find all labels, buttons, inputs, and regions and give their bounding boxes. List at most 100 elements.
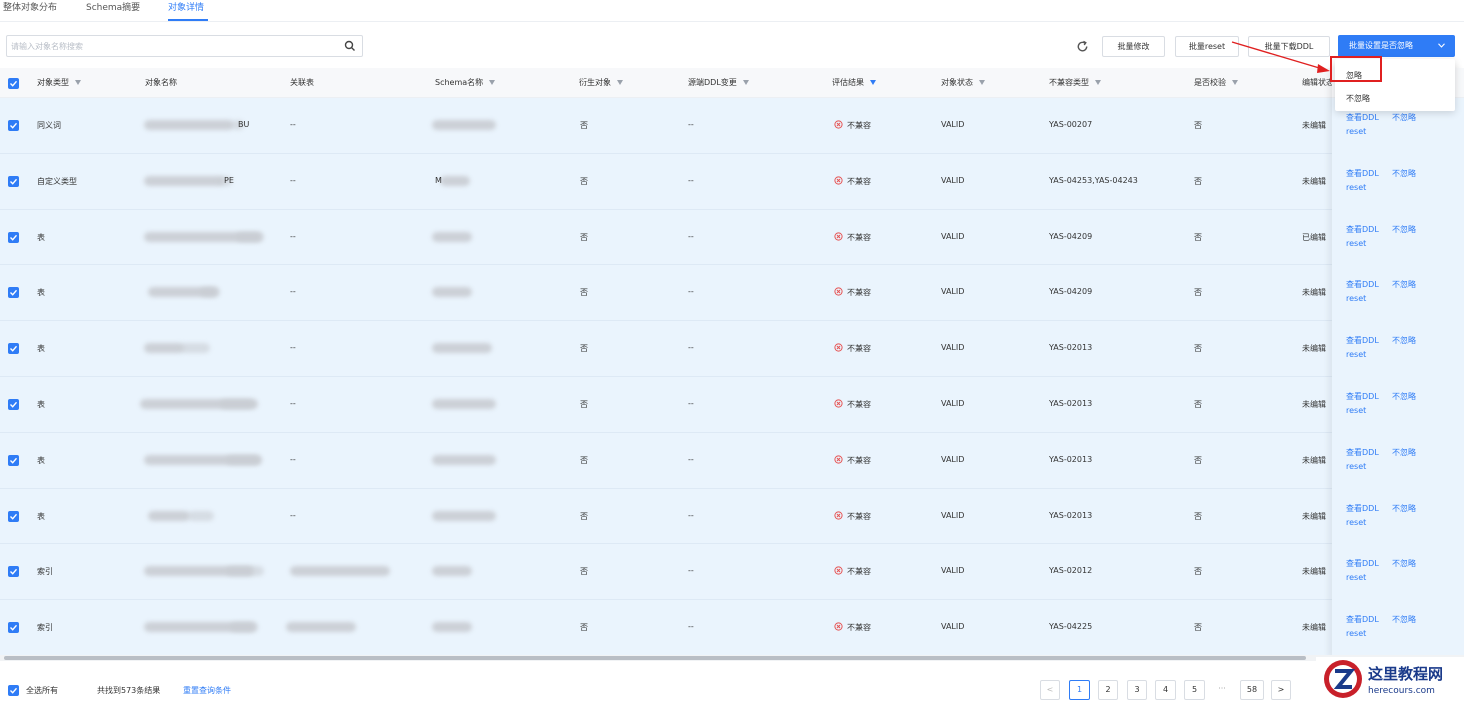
col-object-status[interactable]: 对象状态 — [941, 77, 985, 88]
next-page-button[interactable]: > — [1271, 680, 1291, 700]
cell-eval-result: 不兼容 — [834, 343, 871, 354]
row-checkbox[interactable] — [8, 231, 19, 243]
view-ddl-link[interactable]: 查看DDL — [1346, 335, 1379, 346]
toggle-ignore-link[interactable]: 不忽略 — [1392, 335, 1416, 346]
view-ddl-link[interactable]: 查看DDL — [1346, 503, 1379, 514]
reset-link[interactable]: reset — [1346, 462, 1366, 471]
view-ddl-link[interactable]: 查看DDL — [1346, 224, 1379, 235]
toggle-ignore-link[interactable]: 不忽略 — [1392, 558, 1416, 569]
page-5[interactable]: 5 — [1184, 680, 1205, 700]
col-eval-result[interactable]: 评估结果 — [832, 77, 876, 88]
action-column: 查看DDL 不忽略 reset 查看DDL 不忽略 reset 查看DDL 不忽略 reset 查… — [1332, 68, 1464, 658]
cell-derived-object: 否 — [580, 121, 588, 130]
toggle-ignore-link[interactable]: 不忽略 — [1392, 168, 1416, 179]
row-checkbox[interactable] — [8, 454, 19, 466]
cell-edit-status: 未编辑 — [1302, 567, 1326, 577]
row-checkbox[interactable] — [8, 175, 19, 187]
table-row[interactable]: 自定义类型 PE -- M 否 -- 不兼容 VALID YAS-04253,YAS-04243… — [0, 154, 1464, 210]
eval-result-text: 不兼容 — [847, 176, 871, 186]
reset-query-link[interactable]: 重置查询条件 — [183, 685, 231, 696]
table-row[interactable]: 表 -- 否 -- 不兼容 VALID YAS-04209 否 未编辑 — [0, 265, 1464, 322]
prev-page-button[interactable]: < — [1040, 680, 1060, 700]
reset-link[interactable]: reset — [1346, 406, 1366, 415]
table-row[interactable]: 表 -- 否 -- 不兼容 VALID YAS-02013 否 未编辑 — [0, 489, 1464, 545]
tab-overview[interactable]: 整体对象分布 — [3, 1, 57, 21]
view-ddl-link[interactable]: 查看DDL — [1346, 168, 1379, 179]
reset-link[interactable]: reset — [1346, 518, 1366, 527]
toggle-ignore-link[interactable]: 不忽略 — [1392, 279, 1416, 290]
page-3[interactable]: 3 — [1127, 680, 1147, 700]
refresh-icon[interactable] — [1075, 39, 1090, 54]
row-checkbox[interactable] — [8, 510, 19, 522]
search-input[interactable] — [11, 36, 331, 56]
filter-icon[interactable] — [742, 80, 749, 85]
table-row[interactable]: 索引 否 -- 不兼容 VALID YAS-04225 否 未编辑 — [0, 600, 1464, 656]
view-ddl-link[interactable]: 查看DDL — [1346, 112, 1379, 123]
select-all-label: 全选所有 — [26, 686, 58, 695]
view-ddl-link[interactable]: 查看DDL — [1346, 279, 1379, 290]
filter-icon[interactable] — [75, 80, 81, 85]
toggle-ignore-link[interactable]: 不忽略 — [1392, 391, 1416, 402]
page-4[interactable]: 4 — [1155, 680, 1176, 700]
col-source-ddl-change[interactable]: 源端DDL变更 — [688, 77, 749, 88]
toggle-ignore-link[interactable]: 不忽略 — [1392, 112, 1416, 123]
batch-ignore-button[interactable]: 批量设置是否忽略 — [1338, 35, 1455, 57]
view-ddl-link[interactable]: 查看DDL — [1346, 558, 1379, 569]
table-row[interactable]: 表 -- 否 -- 不兼容 VALID YAS-04209 否 已编辑 — [0, 210, 1464, 266]
cell-object-status: VALID — [941, 231, 965, 241]
reset-link[interactable]: reset — [1346, 239, 1366, 248]
toggle-ignore-link[interactable]: 不忽略 — [1392, 503, 1416, 514]
error-circle-icon — [834, 120, 843, 129]
row-checkbox[interactable] — [8, 120, 19, 131]
row-checkbox[interactable] — [8, 287, 19, 299]
table-row[interactable]: 表 -- 否 -- 不兼容 VALID YAS-02013 否 未编辑 — [0, 321, 1464, 377]
col-incompatible-type[interactable]: 不兼容类型 — [1049, 77, 1101, 88]
object-name-redacted — [226, 566, 264, 577]
filter-icon[interactable] — [1095, 80, 1101, 85]
reset-link[interactable]: reset — [1346, 183, 1366, 192]
page-2[interactable]: 2 — [1098, 680, 1118, 700]
filter-icon[interactable] — [489, 80, 496, 85]
filter-icon[interactable] — [979, 80, 985, 85]
object-name-redacted — [226, 454, 260, 465]
filter-active-icon[interactable] — [870, 80, 876, 85]
view-ddl-link[interactable]: 查看DDL — [1346, 614, 1379, 625]
reset-link[interactable]: reset — [1346, 573, 1366, 582]
tab-object-detail[interactable]: 对象详情 — [168, 1, 208, 21]
col-derived-object[interactable]: 衍生对象 — [579, 77, 623, 88]
select-all-checkbox[interactable] — [8, 78, 19, 89]
row-checkbox[interactable] — [8, 343, 19, 355]
view-ddl-link[interactable]: 查看DDL — [1346, 391, 1379, 402]
table-row[interactable]: 表 -- 否 -- 不兼容 VALID YAS-02013 否 未编辑 — [0, 433, 1464, 489]
page-58[interactable]: 58 — [1240, 680, 1264, 700]
table-row[interactable]: 索引 否 -- 不兼容 VALID YAS-02012 否 未编辑 — [0, 544, 1464, 601]
horizontal-scrollbar[interactable] — [0, 655, 1464, 661]
page-ellipsis[interactable]: ··· — [1212, 680, 1232, 700]
reset-link[interactable]: reset — [1346, 294, 1366, 303]
batch-modify-button[interactable]: 批量修改 — [1102, 36, 1165, 57]
reset-link[interactable]: reset — [1346, 629, 1366, 638]
scrollbar-thumb[interactable] — [4, 656, 1306, 660]
cell-edit-status: 未编辑 — [1302, 121, 1326, 130]
col-object-type[interactable]: 对象类型 — [37, 77, 81, 88]
row-checkbox[interactable] — [8, 399, 19, 410]
toggle-ignore-link[interactable]: 不忽略 — [1392, 447, 1416, 458]
row-checkbox[interactable] — [8, 622, 19, 634]
page-1[interactable]: 1 — [1069, 680, 1090, 700]
select-all-pages-checkbox[interactable] — [8, 685, 19, 696]
toggle-ignore-link[interactable]: 不忽略 — [1392, 614, 1416, 625]
tab-schema-summary[interactable]: Schema摘要 — [86, 1, 140, 21]
col-schema-name[interactable]: Schema名称 — [435, 77, 496, 88]
dropdown-item-not-ignore[interactable]: 不忽略 — [1346, 93, 1370, 104]
reset-link[interactable]: reset — [1346, 127, 1366, 136]
toggle-ignore-link[interactable]: 不忽略 — [1392, 224, 1416, 235]
view-ddl-link[interactable]: 查看DDL — [1346, 447, 1379, 458]
filter-icon[interactable] — [1232, 80, 1238, 85]
reset-link[interactable]: reset — [1346, 350, 1366, 359]
object-name-redacted — [236, 231, 264, 242]
row-checkbox[interactable] — [8, 566, 19, 578]
search-icon[interactable] — [344, 40, 356, 52]
filter-icon[interactable] — [617, 80, 623, 85]
table-row[interactable]: 同义词 BU -- 否 -- 不兼容 VALID YAS-00207 否 未编辑 — [0, 98, 1464, 154]
table-row[interactable]: 表 -- 否 -- 不兼容 VALID YAS-02013 否 未编辑 — [0, 377, 1464, 433]
